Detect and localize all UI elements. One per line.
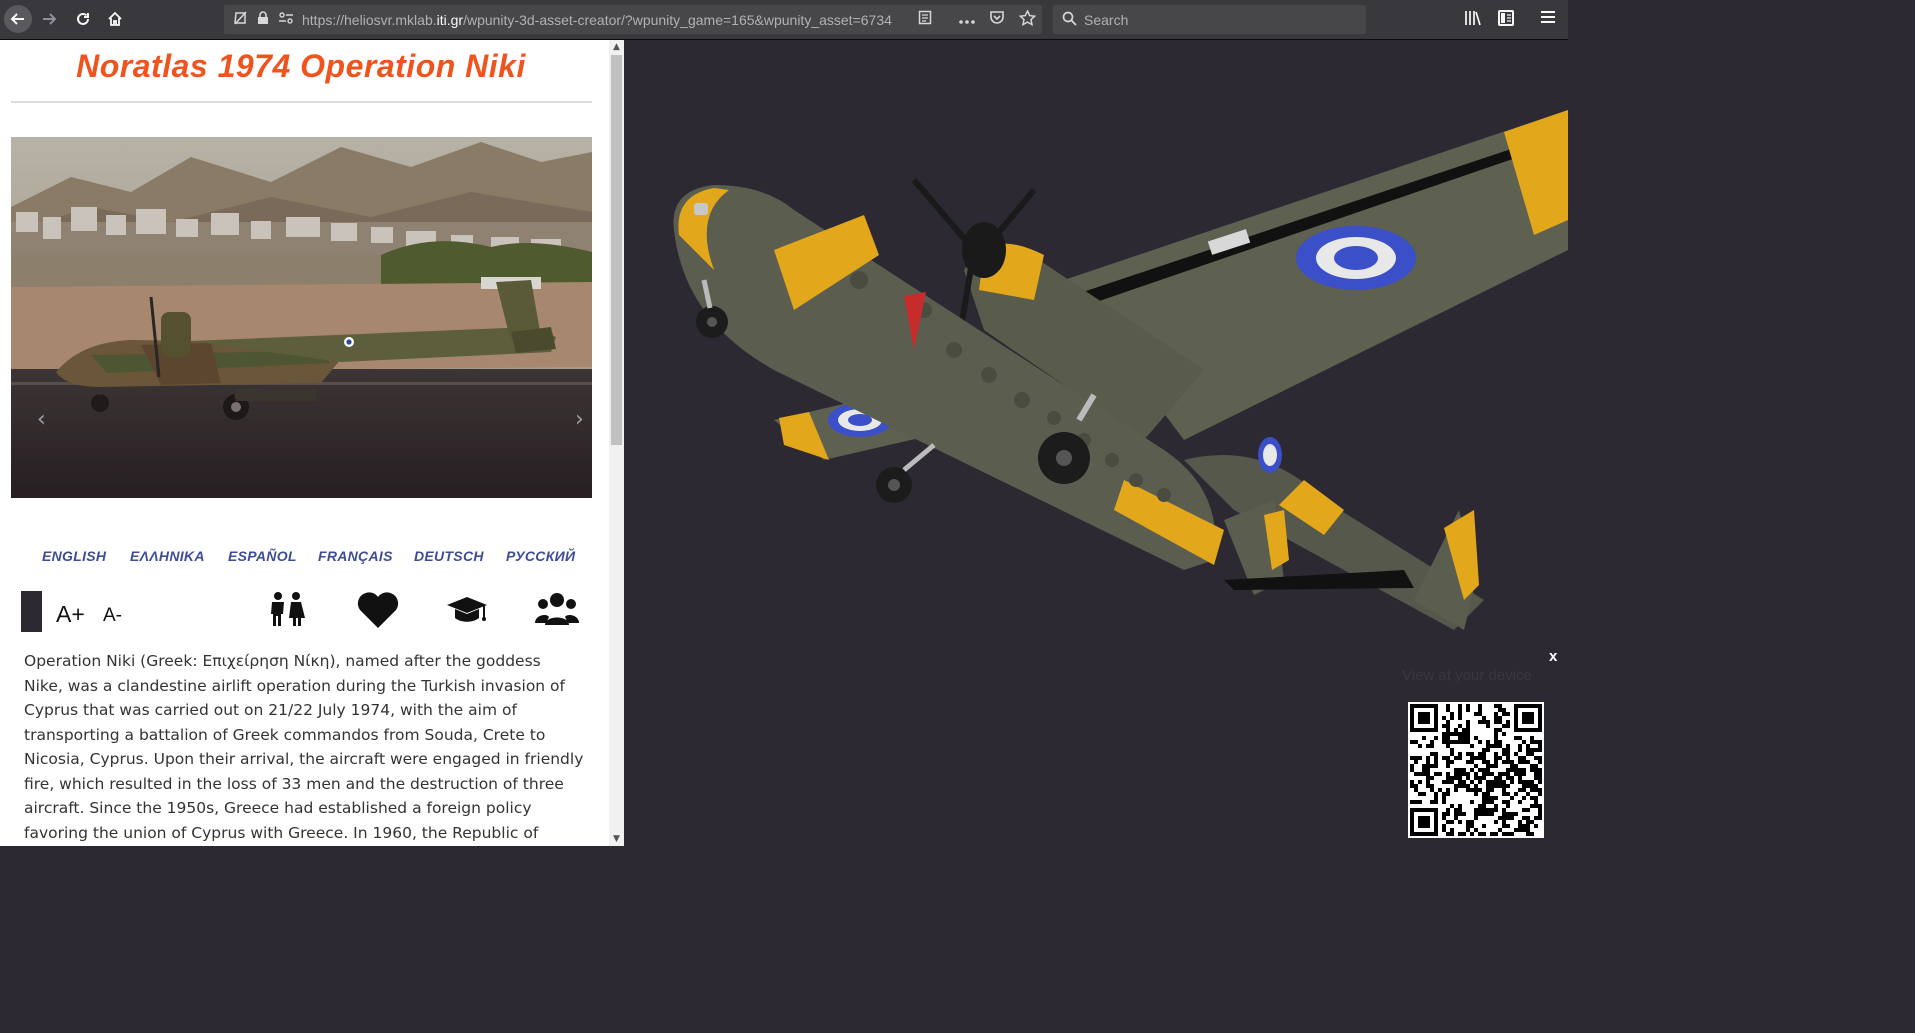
asset-info-panel: Noratlas 1974 Operation Niki ‹ › ENGLISH…: [0, 40, 609, 846]
sidebar-icon[interactable]: [1497, 9, 1515, 31]
pocket-icon[interactable]: [982, 10, 1012, 29]
font-decrease-button[interactable]: A-: [103, 605, 122, 627]
back-arrow-icon[interactable]: [4, 5, 32, 33]
title-divider: [11, 101, 592, 103]
search-icon: [1062, 11, 1077, 29]
graduation-cap-icon[interactable]: [445, 591, 489, 633]
home-icon[interactable]: [101, 5, 129, 33]
heart-icon[interactable]: [356, 591, 400, 633]
children-icon[interactable]: [267, 591, 309, 633]
search-placeholder: Search: [1084, 11, 1129, 28]
theme-toggle[interactable]: [21, 591, 42, 632]
lock-icon[interactable]: [256, 11, 270, 28]
reload-icon[interactable]: [69, 5, 97, 33]
forward-arrow-icon[interactable]: [35, 5, 63, 33]
qr-code[interactable]: [1408, 702, 1544, 838]
lang-german[interactable]: DEUTSCH: [414, 548, 484, 564]
reader-icon[interactable]: [910, 10, 940, 29]
bookmark-star-icon[interactable]: [1012, 8, 1042, 30]
scroll-up-icon[interactable]: ▲: [609, 42, 624, 52]
lang-spanish[interactable]: ESPAÑOL: [228, 548, 297, 564]
permissions-icon[interactable]: [278, 11, 294, 28]
asset-description: Operation Niki (Greek: Επιχείρηση Νίκη),…: [24, 652, 584, 842]
group-icon[interactable]: [534, 591, 580, 633]
close-qr-button[interactable]: x: [1549, 648, 1557, 665]
aircraft-photo: ‹ ›: [11, 137, 592, 498]
url-actions: [910, 5, 1042, 34]
library-icon[interactable]: [1464, 9, 1482, 31]
lang-french[interactable]: FRANÇAIS: [318, 548, 393, 564]
url-text[interactable]: https://heliosvr.mklab.iti.gr/wpunity-3d…: [302, 12, 904, 28]
url-prefix: https://heliosvr.mklab.: [302, 11, 437, 28]
browser-toolbar: https://heliosvr.mklab.iti.gr/wpunity-3d…: [0, 0, 1568, 40]
page-title: Noratlas 1974 Operation Niki: [76, 48, 526, 84]
scroll-down-icon[interactable]: ▼: [609, 834, 624, 844]
font-increase-button[interactable]: A+: [56, 601, 85, 628]
url-domain: iti.gr: [436, 11, 464, 28]
menu-icon[interactable]: [1540, 9, 1556, 29]
lang-greek[interactable]: ΕΛΛΗΝΙΚΑ: [130, 548, 205, 564]
qr-label: View at your device: [1402, 667, 1532, 684]
search-field[interactable]: Search: [1053, 5, 1366, 34]
url-path: /wpunity-3d-asset-creator/?wpunity_game=…: [463, 11, 892, 28]
more-icon[interactable]: [952, 11, 982, 28]
url-bar[interactable]: https://heliosvr.mklab.iti.gr/wpunity-3d…: [224, 5, 1042, 34]
scrollbar-thumb[interactable]: [611, 55, 622, 445]
slider-prev-icon[interactable]: ‹: [37, 407, 46, 432]
lang-english[interactable]: ENGLISH: [42, 548, 106, 564]
tracking-icon[interactable]: [232, 10, 248, 29]
lang-russian[interactable]: РУССКИЙ: [506, 548, 575, 564]
slider-next-icon[interactable]: ›: [575, 407, 584, 432]
